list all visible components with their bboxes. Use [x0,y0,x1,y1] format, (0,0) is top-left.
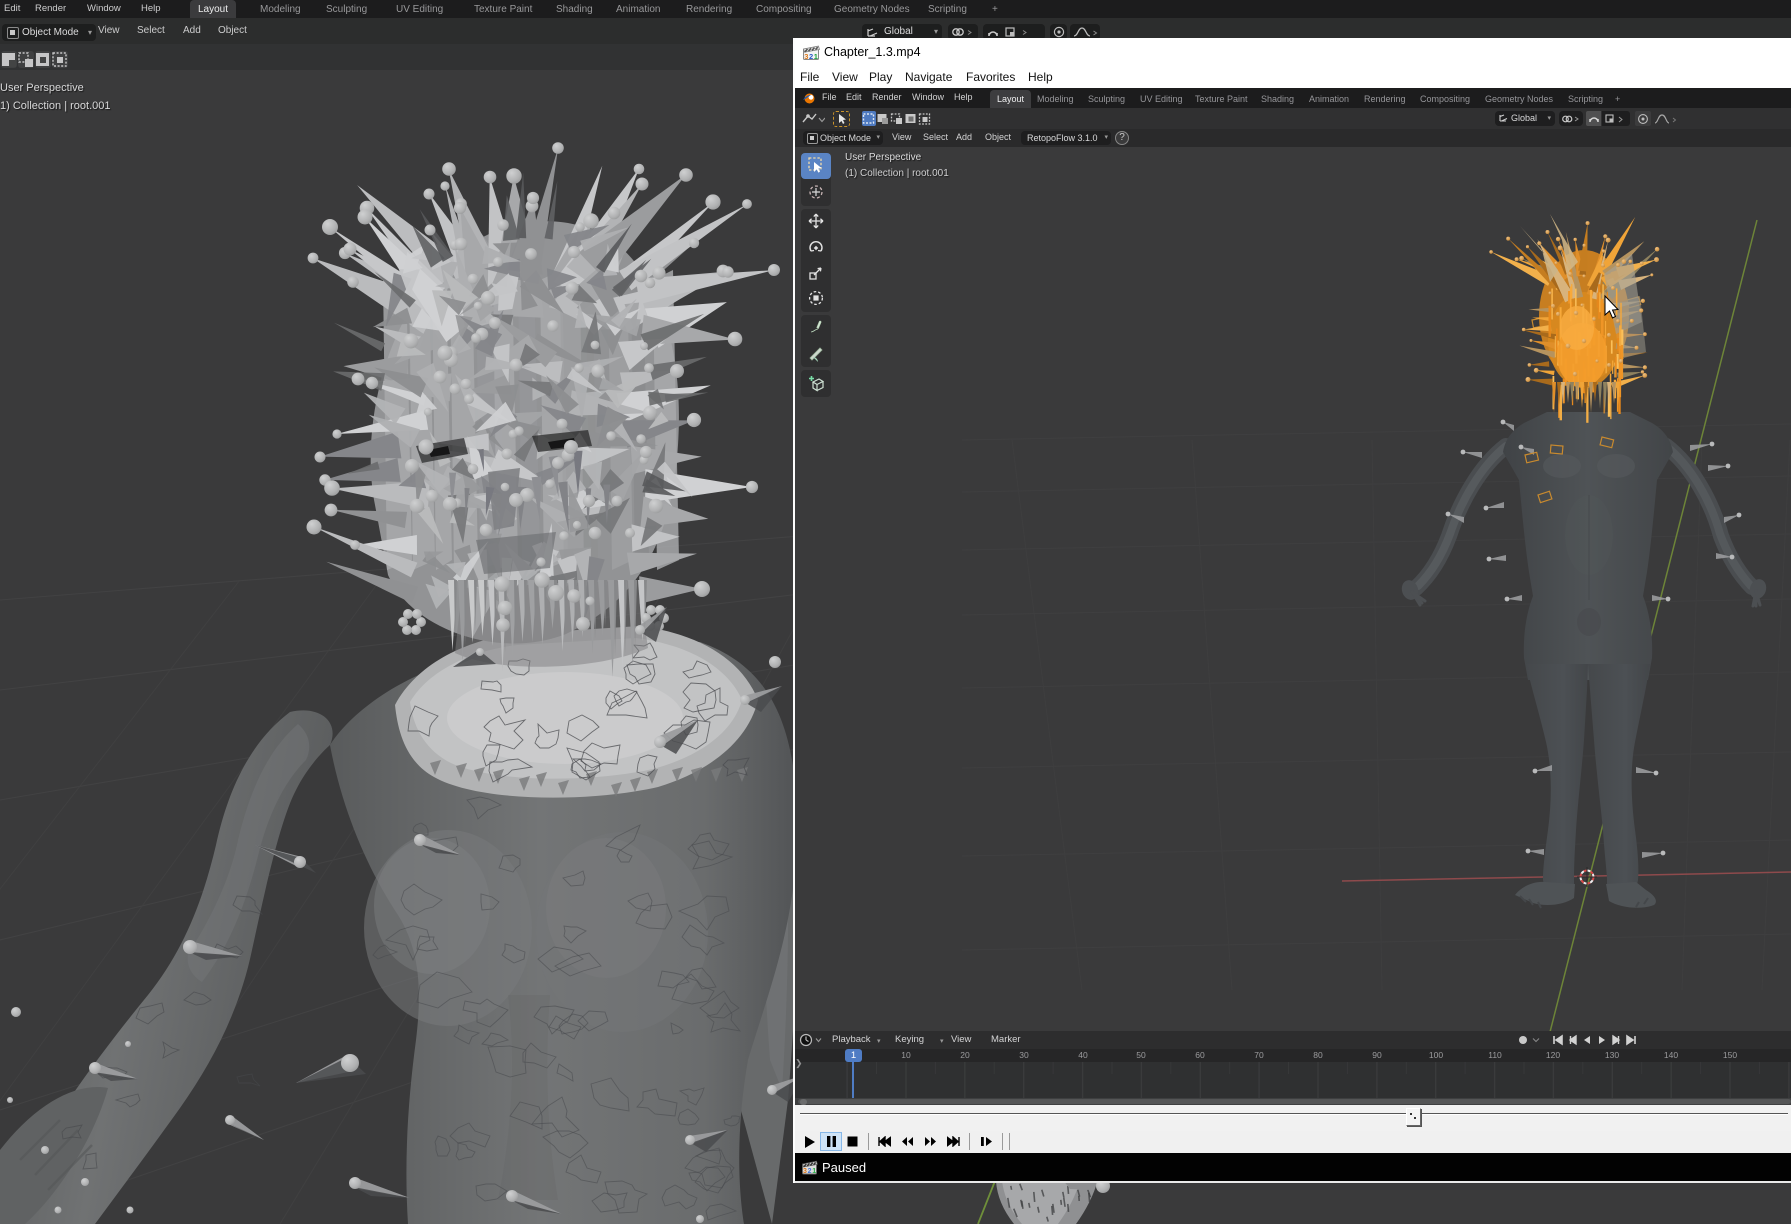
svg-text:3: 3 [803,1168,807,1175]
svg-text:1: 1 [814,52,818,61]
svg-text:1: 1 [812,1168,816,1175]
svg-text:3: 3 [804,52,808,61]
svg-text:2: 2 [808,1168,812,1175]
svg-text:2: 2 [809,52,813,61]
